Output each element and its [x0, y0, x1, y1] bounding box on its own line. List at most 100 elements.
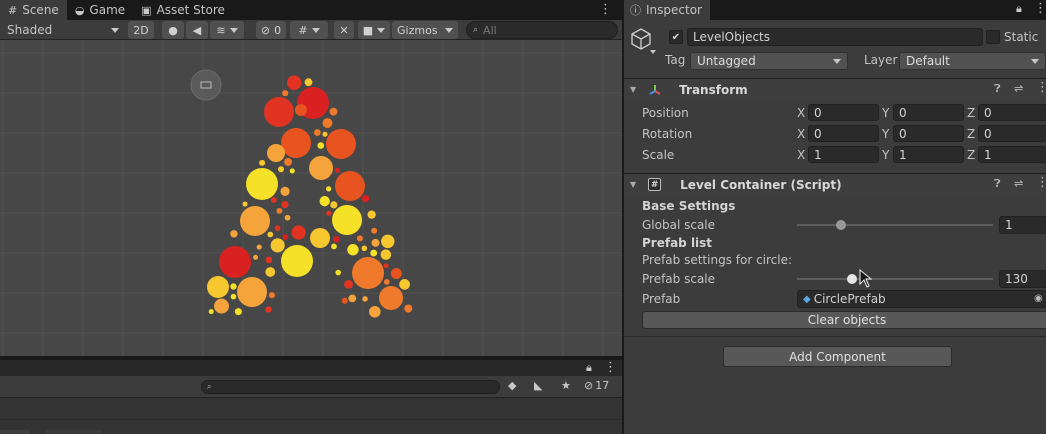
clear-objects-button[interactable]: Clear objects — [642, 311, 1046, 329]
prefab-scale-slider[interactable] — [797, 274, 993, 284]
gamepad-icon: ◒ — [74, 3, 85, 17]
tab-asset-store[interactable]: ▣ Asset Store — [133, 0, 233, 20]
object-picker-icon[interactable]: ◉ — [1034, 293, 1043, 304]
preset-icon[interactable]: ⇌ — [1014, 177, 1023, 190]
effects-dropdown-button[interactable]: ≋ — [210, 21, 244, 39]
circle-object — [317, 142, 325, 149]
circle-object — [335, 269, 342, 276]
circle-object — [237, 277, 267, 307]
position-z-field[interactable]: 0 — [978, 104, 1046, 121]
camera-icon: ■ — [362, 23, 374, 37]
circle-object — [370, 249, 378, 257]
tag-icon[interactable]: ◣ — [534, 380, 542, 391]
circle-object — [277, 166, 285, 173]
circle-object — [379, 286, 403, 310]
camera-dropdown-button[interactable]: ■ — [358, 21, 390, 39]
more-menu-icon[interactable]: ⋮ — [1036, 175, 1046, 190]
circle-object — [341, 297, 348, 304]
preset-icon[interactable]: ⇌ — [1014, 82, 1023, 95]
gizmos-dropdown[interactable]: Gizmos — [392, 21, 458, 39]
tools-button[interactable]: ✕ — [334, 21, 354, 39]
circle-object — [219, 246, 251, 278]
static-checkbox[interactable] — [986, 30, 1000, 44]
rotation-z-field[interactable]: 0 — [978, 125, 1046, 142]
more-menu-icon[interactable]: ⋮ — [1034, 2, 1046, 15]
tab-stub[interactable] — [0, 430, 30, 434]
tab-stub[interactable] — [46, 430, 102, 434]
circle-object — [253, 254, 259, 260]
audio-toggle-button[interactable]: ◀ — [186, 21, 208, 39]
layer-value: Default — [906, 54, 950, 68]
lock-icon[interactable]: 🔒︎ — [586, 362, 592, 373]
tag-dropdown[interactable]: Untagged — [690, 52, 848, 70]
base-settings-heading: Base Settings — [642, 199, 736, 213]
layer-dropdown[interactable]: Default — [899, 52, 1046, 70]
field-value: 1 — [984, 147, 992, 162]
chevron-down-icon — [833, 58, 841, 64]
more-menu-icon[interactable]: ⋮ — [1036, 80, 1046, 95]
circle-object — [369, 305, 381, 318]
circle-object — [371, 227, 378, 234]
script-header[interactable]: ▼ # Level Container (Script) — [624, 173, 1046, 195]
circle-object — [270, 196, 277, 203]
rotation-y-field[interactable]: 0 — [893, 125, 964, 142]
2d-toggle-button[interactable]: 2D — [128, 21, 154, 39]
prefab-object-field[interactable]: ◆ CirclePrefab ◉ — [797, 290, 1046, 308]
slider-track — [797, 224, 993, 226]
lock-icon[interactable]: 🔒︎ — [1016, 3, 1022, 14]
position-x-field[interactable]: 0 — [808, 104, 879, 121]
tab-game[interactable]: ◒ Game — [67, 0, 133, 20]
scale-x-field[interactable]: 1 — [808, 146, 879, 163]
field-value: 0 — [984, 126, 992, 141]
filter-type-icon[interactable]: ◆ — [508, 380, 516, 391]
global-scale-slider[interactable] — [797, 220, 993, 230]
tab-scene[interactable]: # Scene — [0, 0, 67, 20]
more-menu-icon[interactable]: ⋮ — [604, 361, 617, 374]
chevron-down-icon — [311, 27, 320, 33]
inspector-tab-bar: ⓘ Inspector 🔒︎ ⋮ — [624, 0, 1046, 20]
hidden-objects-toggle[interactable]: ⊘ 0 — [256, 21, 286, 39]
slider-thumb[interactable] — [836, 220, 847, 230]
active-checkbox[interactable]: ✔ — [669, 30, 683, 44]
foldout-arrow-icon: ▼ — [630, 85, 637, 94]
hidden-packages-toggle[interactable]: ⊘ 17 — [584, 379, 609, 392]
star-icon[interactable]: ★ — [561, 380, 571, 391]
scene-viewport[interactable] — [0, 40, 622, 356]
object-name-field[interactable]: LevelObjects — [687, 28, 983, 46]
field-value: 1 — [814, 147, 822, 162]
scene-search-input[interactable]: ⌕ All — [466, 21, 618, 39]
gizmos-label: Gizmos — [397, 23, 438, 37]
transform-header[interactable]: ▼ Transform — [624, 78, 1046, 100]
bottom-search-input[interactable]: ⌕ — [201, 380, 500, 394]
help-icon[interactable]: ❓︎ — [994, 82, 1001, 96]
rotation-x-field[interactable]: 0 — [808, 125, 879, 142]
circle-object — [265, 306, 272, 313]
axis-z-label: Z — [967, 106, 976, 120]
more-menu-icon[interactable]: ⋮ — [599, 3, 612, 16]
scale-y-field[interactable]: 1 — [893, 146, 964, 163]
circle-object — [282, 90, 289, 97]
circle-object — [348, 294, 357, 303]
add-component-button[interactable]: Add Component — [723, 346, 952, 367]
slider-thumb[interactable] — [847, 274, 858, 284]
grid-dropdown-button[interactable]: # — [290, 21, 328, 39]
lightbulb-icon: ● — [168, 23, 178, 37]
scale-z-field[interactable]: 1 — [978, 146, 1046, 163]
circle-object — [383, 279, 390, 285]
axis-x-label: X — [797, 106, 806, 120]
tab-inspector[interactable]: ⓘ Inspector — [624, 0, 710, 20]
circle-object — [281, 245, 313, 277]
circle-object — [284, 214, 291, 221]
prefab-scale-field[interactable]: 130 — [999, 270, 1046, 288]
prefab-settings-label: Prefab settings for circle: — [642, 253, 793, 267]
position-y-field[interactable]: 0 — [893, 104, 964, 121]
global-scale-field[interactable]: 1 — [999, 216, 1046, 234]
axis-z-label: Z — [967, 148, 976, 162]
global-scale-label: Global scale — [642, 218, 716, 232]
lighting-toggle-button[interactable]: ● — [162, 21, 184, 39]
circle-object — [289, 168, 295, 174]
help-icon[interactable]: ❓︎ — [994, 177, 1001, 191]
shading-mode-dropdown[interactable]: Shaded — [4, 21, 122, 39]
speaker-icon: ◀ — [192, 23, 202, 37]
info-icon: ⓘ — [630, 3, 641, 17]
